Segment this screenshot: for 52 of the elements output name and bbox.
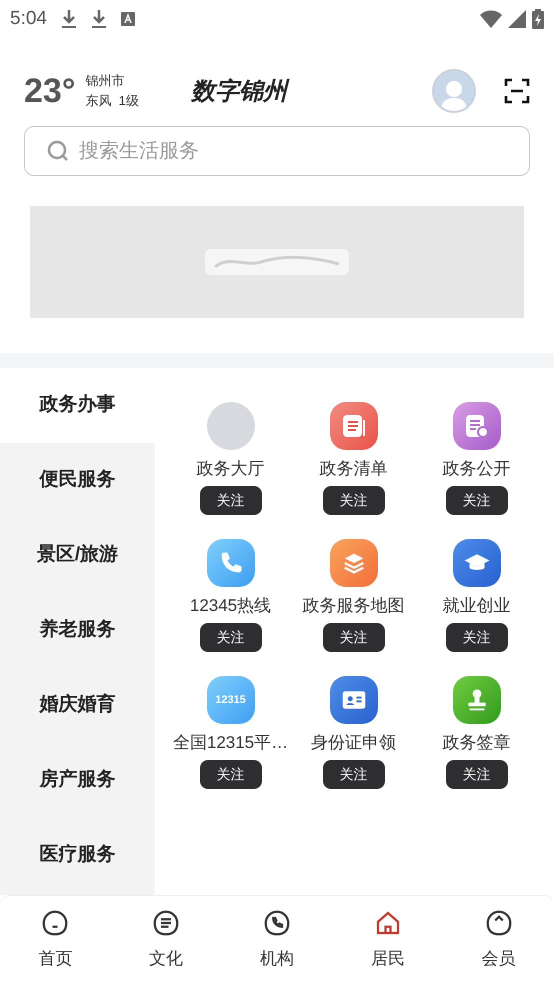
badge-number: 12315 [215, 692, 246, 708]
service-name[interactable]: 12345热线 [190, 594, 272, 618]
layers-app-icon [330, 539, 378, 587]
follow-button[interactable]: 关注 [446, 623, 508, 652]
service-name[interactable]: 就业创业 [442, 594, 510, 618]
nav-tab[interactable]: 文化 [110, 896, 222, 984]
phone-app-icon [206, 539, 254, 587]
phone-icon [262, 908, 292, 938]
battery-icon [532, 9, 544, 29]
nav-tab[interactable]: 首页 [0, 896, 111, 984]
service-name[interactable]: 身份证申领 [311, 731, 396, 755]
list-app-icon [330, 402, 378, 450]
service-name[interactable]: 政务大厅 [196, 457, 264, 481]
follow-button[interactable]: 关注 [446, 486, 508, 515]
service-name[interactable]: 政务公开 [442, 457, 510, 481]
search-bar[interactable]: 搜索生活服务 [24, 126, 530, 176]
follow-button[interactable]: 关注 [322, 486, 384, 515]
scan-icon[interactable] [504, 78, 530, 104]
doc-search-app-icon [452, 402, 500, 450]
signal-icon [508, 10, 526, 28]
wind-info: 东风 1级 [85, 92, 139, 110]
follow-button[interactable]: 关注 [200, 486, 262, 515]
follow-button[interactable]: 关注 [322, 623, 384, 652]
service-name[interactable]: 政务服务地图 [302, 594, 404, 618]
search-icon [47, 140, 69, 162]
temperature: 23° [24, 74, 76, 108]
download-icon [60, 9, 77, 29]
service-name[interactable]: 全国12315平… [172, 731, 288, 755]
stamp-app-icon [452, 676, 500, 724]
placeholder-icon [206, 402, 254, 450]
status-time: 5:04 [10, 6, 47, 31]
follow-button[interactable]: 关注 [322, 760, 384, 789]
service-name[interactable]: 政务签章 [442, 731, 510, 755]
search-input[interactable]: 搜索生活服务 [79, 136, 507, 166]
app-logo: 数字锦州 [190, 73, 287, 109]
wifi-icon [480, 10, 502, 28]
nav-tab[interactable]: 机构 [222, 896, 332, 984]
list-icon [151, 908, 182, 938]
home-icon [40, 908, 70, 938]
nav-tab[interactable]: 居民 [332, 896, 444, 984]
nav-tab[interactable]: 会员 [443, 896, 554, 984]
service-name[interactable]: 政务清单 [320, 457, 388, 481]
category-tab[interactable]: 政务办事 [0, 368, 155, 443]
download-icon [90, 9, 107, 29]
follow-button[interactable]: 关注 [446, 760, 508, 789]
cap-app-icon [452, 539, 500, 587]
follow-button[interactable]: 关注 [200, 623, 262, 652]
follow-button[interactable]: 关注 [200, 760, 262, 789]
keyboard-icon [120, 12, 135, 26]
image-icon [205, 249, 349, 275]
city-name: 锦州市 [85, 72, 126, 90]
idcard-app-icon [330, 676, 378, 724]
